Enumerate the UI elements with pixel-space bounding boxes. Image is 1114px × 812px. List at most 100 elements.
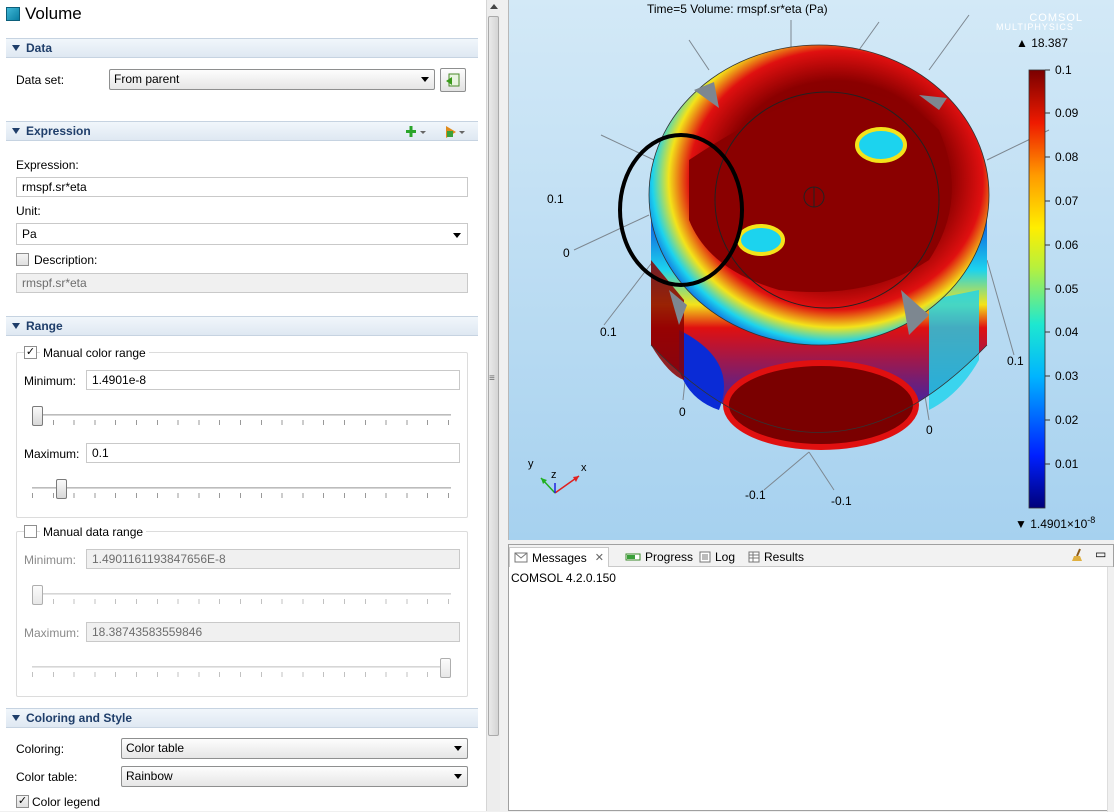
section-data-label: Data xyxy=(26,41,53,55)
collapse-triangle-icon[interactable] xyxy=(12,715,20,721)
unit-select[interactable]: Pa xyxy=(16,223,468,245)
chevron-down-icon xyxy=(454,746,462,751)
axis-label: 0.1 xyxy=(600,325,617,339)
settings-scrollbar[interactable]: ≡ xyxy=(486,0,500,811)
legend-tick: 0.08 xyxy=(1055,150,1079,164)
collapse-triangle-icon[interactable] xyxy=(12,45,20,51)
section-range-header[interactable]: Range xyxy=(6,316,478,336)
legend-tick: 0.1 xyxy=(1055,63,1072,77)
manual-data-range-label: Manual data range xyxy=(40,525,147,539)
collapse-triangle-icon[interactable] xyxy=(12,128,20,134)
axis-triad xyxy=(540,475,580,494)
panel-title: Volume xyxy=(6,4,82,24)
grip-icon: ≡ xyxy=(489,373,495,384)
coloring-select[interactable]: Color table xyxy=(121,738,468,759)
data-maximum-input[interactable]: 18.38743583559846 xyxy=(86,622,460,642)
envelope-icon xyxy=(514,552,528,563)
color-minimum-input[interactable]: 1.4901e-8 xyxy=(86,370,460,390)
coloring-label: Coloring: xyxy=(16,742,65,756)
description-checkbox[interactable] xyxy=(16,253,29,266)
scroll-up-icon[interactable] xyxy=(490,4,498,9)
comsol-logo-sub: MULTIPHYSICS xyxy=(996,22,1074,32)
color-table-value: Rainbow xyxy=(126,769,173,783)
log-icon xyxy=(699,551,711,563)
axis-label: 0 xyxy=(926,423,933,437)
section-data-header[interactable]: Data xyxy=(6,38,478,58)
plus-icon xyxy=(406,126,426,137)
tab-results-label: Results xyxy=(764,550,805,564)
settings-panel: Volume Data Data set: From parent Expres… xyxy=(0,0,486,811)
messages-window: Messages ✕ Progress Log Results ▭ COMSOL… xyxy=(508,544,1114,812)
legend-tick: 0.09 xyxy=(1055,106,1079,120)
legend-tick: 0.04 xyxy=(1055,325,1079,339)
data-minimum-input[interactable]: 1.4901161193847656E-8 xyxy=(86,549,460,569)
plot-title: Time=5 Volume: rmspf.sr*eta (Pa) xyxy=(647,2,828,16)
section-range-label: Range xyxy=(26,319,63,333)
section-coloring-label: Coloring and Style xyxy=(26,711,133,725)
tab-log[interactable]: Log xyxy=(695,547,739,567)
legend-tick: 0.06 xyxy=(1055,238,1079,252)
replace-expression-button[interactable] xyxy=(405,125,427,142)
dataset-label: Data set: xyxy=(16,73,65,87)
broom-icon xyxy=(1072,548,1082,561)
chevron-down-icon xyxy=(454,774,462,779)
max-marker: ▲ 18.387 xyxy=(1016,36,1068,50)
color-maximum-input[interactable]: 0.1 xyxy=(86,443,460,463)
color-legend-checkbox[interactable]: ✓ xyxy=(16,795,29,808)
volume-icon xyxy=(6,7,20,21)
data-minimum-slider[interactable] xyxy=(32,585,451,605)
data-maximum-slider[interactable] xyxy=(32,658,451,678)
expression-input[interactable]: rmspf.sr*eta xyxy=(16,177,468,197)
color-maximum-slider[interactable] xyxy=(32,479,451,499)
clear-messages-button[interactable] xyxy=(1071,548,1085,565)
collapse-triangle-icon[interactable] xyxy=(12,323,20,329)
minimize-button[interactable]: ▭ xyxy=(1095,547,1106,561)
results-table-icon xyxy=(748,551,760,563)
manual-color-range-checkbox[interactable]: ✓ xyxy=(24,346,37,359)
unit-label: Unit: xyxy=(16,204,41,218)
messages-scrollbar[interactable] xyxy=(1107,567,1114,812)
axis-label: 0.1 xyxy=(547,192,564,206)
dataset-select[interactable]: From parent xyxy=(109,69,435,90)
manual-data-range-checkbox[interactable] xyxy=(24,525,37,538)
tab-results[interactable]: Results xyxy=(744,547,808,567)
tab-messages[interactable]: Messages ✕ xyxy=(509,547,609,567)
expression-label: Expression: xyxy=(16,158,79,172)
go-to-source-button[interactable] xyxy=(440,68,466,92)
panel-title-text: Volume xyxy=(25,4,82,23)
section-expression-label: Expression xyxy=(26,124,91,138)
volume-plot[interactable] xyxy=(509,0,1114,540)
insert-expression-button[interactable] xyxy=(444,125,466,142)
color-table-select[interactable]: Rainbow xyxy=(121,766,468,787)
close-icon[interactable]: ✕ xyxy=(595,551,604,564)
messages-content: COMSOL 4.2.0.150 xyxy=(511,571,616,585)
slider-thumb[interactable] xyxy=(56,479,67,499)
dataset-value: From parent xyxy=(114,72,180,86)
section-coloring-header[interactable]: Coloring and Style xyxy=(6,708,478,728)
tab-log-label: Log xyxy=(715,550,736,564)
messages-tabbar: Messages ✕ Progress Log Results ▭ xyxy=(509,545,1113,567)
graphics-window[interactable]: Time=5 Volume: rmspf.sr*eta (Pa) COMSOL … xyxy=(508,0,1114,540)
data-maximum-label: Maximum: xyxy=(24,626,80,640)
color-minimum-slider[interactable] xyxy=(32,406,451,426)
min-marker-value: ▼ 1.4901×10 xyxy=(1015,517,1088,531)
color-legend-ticks xyxy=(1045,69,1050,465)
description-input[interactable]: rmspf.sr*eta xyxy=(16,273,468,293)
slider-thumb[interactable] xyxy=(32,406,43,426)
slider-thumb[interactable] xyxy=(440,658,451,678)
slider-thumb[interactable] xyxy=(32,585,43,605)
legend-tick: 0.01 xyxy=(1055,457,1079,471)
coloring-value: Color table xyxy=(126,741,185,755)
color-legend-bar xyxy=(1028,69,1046,509)
color-minimum-label: Minimum: xyxy=(24,374,77,388)
min-marker-exponent: -8 xyxy=(1087,515,1096,525)
tab-progress[interactable]: Progress xyxy=(621,547,697,567)
legend-tick: 0.02 xyxy=(1055,413,1079,427)
legend-tick: 0.03 xyxy=(1055,369,1079,383)
color-maximum-label: Maximum: xyxy=(24,447,80,461)
chevron-down-icon xyxy=(421,77,429,82)
tab-messages-label: Messages xyxy=(532,550,587,565)
triad-x-label: x xyxy=(581,462,587,474)
color-table-label: Color table: xyxy=(16,770,78,784)
unit-value: Pa xyxy=(22,227,37,241)
